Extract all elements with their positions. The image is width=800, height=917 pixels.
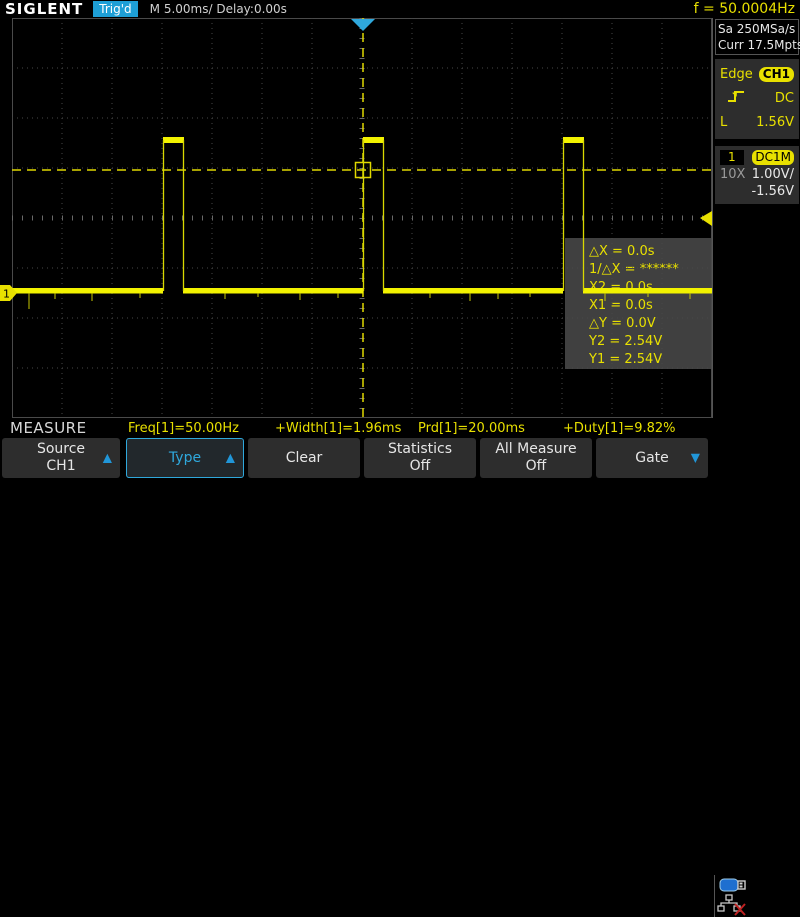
timebase-readout: M 5.00ms/ Delay:0.00s	[150, 2, 287, 16]
trigger-coupling: DC	[775, 91, 794, 106]
channel1-info-panel[interactable]: 1 DC1M 10X 1.00V/ -1.56V	[715, 146, 799, 204]
measure-freq: Freq[1]=50.00Hz	[128, 421, 239, 436]
measure-title: MEASURE	[10, 419, 87, 437]
softkey-label: Clear	[286, 450, 323, 467]
channel-offset: -1.56V	[751, 184, 794, 199]
softkey-clear[interactable]: Clear	[248, 438, 360, 478]
rising-edge-icon	[726, 88, 748, 108]
softkey-gate[interactable]: Gate ▼	[596, 438, 708, 478]
waveform-display: △X = 0.0s 1/△X = ****** X2 = 0.0s X1 = 0…	[0, 18, 712, 418]
cursor-line: Y1 = 2.54V	[589, 351, 711, 369]
cursor-line: X2 = 0.0s	[589, 279, 711, 297]
frequency-counter: f = 50.0004Hz	[694, 1, 795, 17]
up-arrow-icon: ▲	[226, 450, 235, 467]
cursor-line: △Y = 0.0V	[589, 315, 711, 333]
top-status-bar: SIGLENT Trig'd M 5.00ms/ Delay:0.00s f =…	[0, 0, 800, 18]
cursor-readout-box: △X = 0.0s 1/△X = ****** X2 = 0.0s X1 = 0…	[565, 238, 711, 369]
usb-icon	[719, 877, 753, 893]
softkey-label: Statistics	[388, 441, 452, 458]
cursor-line: Y2 = 2.54V	[589, 333, 711, 351]
status-icons	[714, 875, 800, 917]
ch1-trace-edges	[164, 140, 584, 291]
down-arrow-icon: ▼	[691, 450, 700, 467]
channel-coupling-badge: DC1M	[752, 150, 794, 165]
svg-text:1: 1	[3, 288, 10, 301]
measure-duty: +Duty[1]=9.82%	[563, 421, 676, 436]
measure-results-bar: MEASURE Freq[1]=50.00Hz +Width[1]=1.96ms…	[0, 418, 800, 437]
right-info-panel: Sa 250MSa/s Curr 17.5Mpts Edge CH1 DC L …	[712, 18, 800, 418]
sample-rate: Sa 250MSa/s	[718, 21, 796, 37]
channel1-ground-marker[interactable]: 1	[0, 285, 17, 301]
softkey-label: Gate	[635, 450, 669, 467]
softkey-sublabel: CH1	[46, 458, 75, 475]
probe-attenuation: 10X	[720, 167, 745, 182]
trigger-level-marker[interactable]	[700, 211, 712, 226]
trigger-source-badge: CH1	[759, 67, 794, 82]
siglent-logo: SIGLENT	[5, 0, 83, 18]
softkey-statistics[interactable]: Statistics Off	[364, 438, 476, 478]
softkey-sublabel: Off	[526, 458, 547, 475]
lan-disconnected-icon	[717, 894, 751, 916]
trigger-status-badge: Trig'd	[93, 1, 137, 17]
trigger-level-label: L	[720, 115, 727, 130]
channel-number-badge: 1	[720, 150, 744, 165]
measure-period: Prd[1]=20.00ms	[418, 421, 525, 436]
trigger-position-marker[interactable]	[351, 19, 375, 31]
softkey-all-measure[interactable]: All Measure Off	[480, 438, 592, 478]
cursor-line: X1 = 0.0s	[589, 297, 711, 315]
cursor-intersection-marker	[356, 163, 371, 178]
trigger-info-panel[interactable]: Edge CH1 DC L 1.56V	[715, 59, 799, 139]
softkey-sublabel: Off	[410, 458, 431, 475]
cursor-line: 1/△X = ******	[589, 261, 711, 279]
softkey-source[interactable]: Source CH1 ▲	[2, 438, 120, 478]
memory-depth: Curr 17.5Mpts	[718, 37, 796, 53]
trigger-level-value: 1.56V	[756, 115, 794, 130]
up-arrow-icon: ▲	[103, 450, 112, 467]
softkey-menu-bar: Source CH1 ▲ Type ▲ Clear Statistics Off…	[0, 437, 800, 480]
softkey-label: All Measure	[495, 441, 576, 458]
volts-per-div: 1.00V/	[752, 167, 794, 182]
softkey-label: Type	[169, 450, 201, 467]
softkey-type[interactable]: Type ▲	[126, 438, 244, 478]
trigger-mode: Edge	[720, 67, 753, 82]
measure-width: +Width[1]=1.96ms	[275, 421, 401, 436]
cursor-line: △X = 0.0s	[589, 243, 711, 261]
acquisition-info: Sa 250MSa/s Curr 17.5Mpts	[715, 19, 799, 55]
softkey-label: Source	[37, 441, 85, 458]
